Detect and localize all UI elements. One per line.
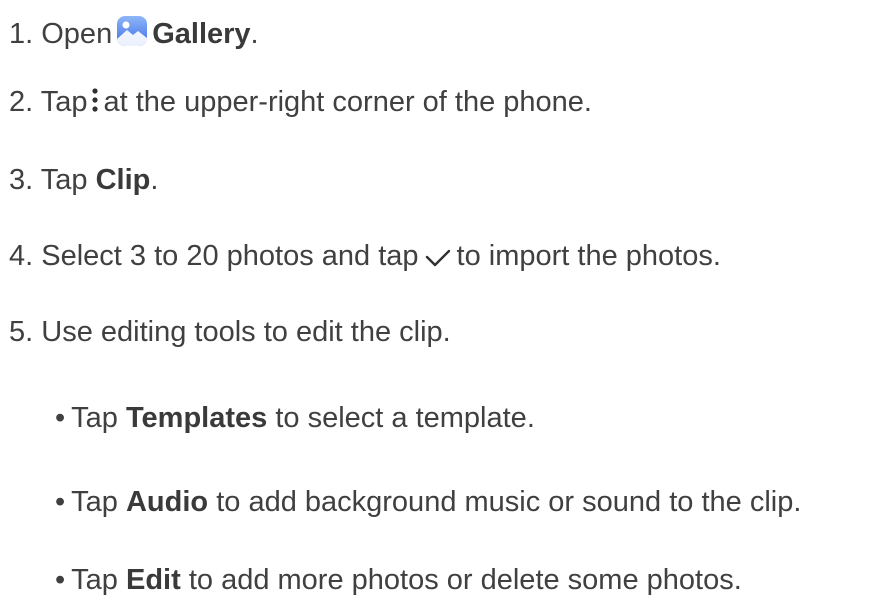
step-text: Open [41,18,113,50]
step-text: Use editing tools to edit the clip. [41,316,451,348]
bullet: • [55,486,66,518]
step-2: 2. Tap at the upper-right corner of the … [9,85,592,119]
substep-text-end: to add more photos or delete some photos… [188,564,742,596]
substep-text: Tap [71,564,118,596]
substep-text: Tap [71,486,118,518]
bullet: • [55,402,66,434]
step-text-end: to import the photos. [456,240,721,272]
clip-label: Clip [95,164,151,196]
substep-templates: • Tap Templates to select a template. [55,401,535,435]
step-number: 4. [9,240,34,272]
step-number: 2. [9,86,34,118]
bullet: • [55,564,66,596]
gallery-icon [116,15,148,47]
step-text: Tap [40,164,88,196]
edit-label: Edit [125,564,181,596]
step-text-end: . [250,18,259,50]
audio-label: Audio [125,486,209,518]
step-text: Tap [40,86,88,118]
step-number: 3. [9,164,34,196]
step-number: 1. [9,18,34,50]
step-1: 1. Open Gallery. [9,15,259,51]
step-5: 5. Use editing tools to edit the clip. [9,315,451,349]
step-number: 5. [9,316,34,348]
step-text-end: . [150,164,159,196]
checkmark-icon [421,241,455,271]
templates-label: Templates [125,402,268,434]
more-vertical-icon [90,85,100,115]
substep-text-end: to select a template. [275,402,535,434]
step-4: 4. Select 3 to 20 photos and tap to impo… [9,239,721,273]
step-text: Select 3 to 20 photos and tap [41,240,419,272]
gallery-label: Gallery [152,18,251,50]
substep-text-end: to add background music or sound to the … [216,486,802,518]
step-text-end: at the upper-right corner of the phone. [103,86,592,118]
step-3: 3. Tap Clip. [9,163,158,197]
substep-edit: • Tap Edit to add more photos or delete s… [55,563,742,597]
substep-text: Tap [71,402,118,434]
substep-audio: • Tap Audio to add background music or so… [55,485,801,519]
